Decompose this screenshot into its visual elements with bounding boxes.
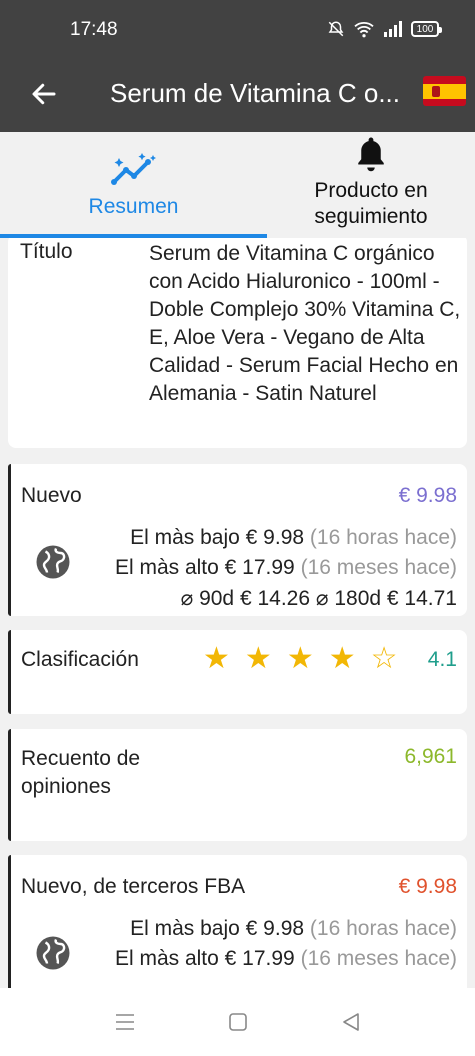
fba-lowest-row: El màs bajo € 9.98 (16 horas hace) (130, 917, 457, 940)
fba-price-card[interactable]: Nuevo, de terceros FBA € 9.98 El màs baj… (8, 855, 467, 988)
summary-content[interactable]: Título Serum de Vitamina C orgánico con … (0, 238, 475, 988)
fba-highest-row: El màs alto € 17.99 (16 meses hace) (114, 947, 457, 970)
sparkle-chart-icon (110, 153, 156, 185)
product-title-card: Título Serum de Vitamina C orgánico con … (8, 238, 467, 448)
star-filled-icon: ★ (286, 642, 314, 675)
title-label: Título (20, 240, 73, 263)
fba-price-label: Nuevo, de terceros FBA (21, 875, 246, 898)
globe-icon (36, 545, 70, 579)
menu-icon[interactable] (113, 1010, 137, 1034)
rating-label: Clasificación (21, 648, 139, 671)
status-icons: 100 (327, 20, 442, 38)
new-price-label: Nuevo (21, 484, 82, 507)
tab-bar: Resumen Producto en seguimiento (0, 132, 475, 238)
rating-stars: ★ ★ ★ ★ ☆ (203, 644, 398, 674)
signal-icon (384, 21, 402, 37)
tab-producto-label: Producto en seguimiento (314, 179, 428, 228)
tab-resumen[interactable]: Resumen (0, 132, 267, 238)
new-average-row: ⌀ 90d € 14.26 ⌀ 180d € 14.71 (180, 587, 457, 610)
wifi-icon (354, 22, 374, 38)
star-filled-icon: ★ (328, 642, 356, 675)
star-filled-icon: ★ (203, 642, 230, 675)
spain-flag-icon[interactable] (423, 76, 466, 106)
star-outline-icon: ☆ (370, 642, 398, 675)
battery-icon: 100 (411, 21, 442, 37)
fba-price-current: € 9.98 (398, 875, 457, 898)
review-count-value: 6,961 (404, 745, 457, 768)
mute-icon (328, 21, 344, 37)
globe-icon (36, 936, 70, 970)
bell-icon (358, 137, 384, 172)
status-bar: 17:48 100 (0, 0, 475, 62)
review-count-label: Recuento de opiniones (21, 747, 141, 798)
new-price-current: € 9.98 (398, 484, 457, 507)
star-filled-icon: ★ (244, 642, 272, 675)
tab-producto-en-seguimiento[interactable]: Producto en seguimiento (267, 132, 475, 238)
new-lowest-row: El màs bajo € 9.98 (16 horas hace) (130, 526, 457, 549)
new-highest-row: El màs alto € 17.99 (16 meses hace) (114, 556, 457, 579)
back-triangle-icon[interactable] (339, 1010, 363, 1034)
app-bar: Serum de Vitamina C o... (0, 62, 475, 132)
home-icon[interactable] (226, 1010, 250, 1034)
page-title: Serum de Vitamina C o... (110, 78, 400, 108)
status-time: 17:48 (70, 19, 118, 40)
new-price-card[interactable]: Nuevo € 9.98 El màs bajo € 9.98 (16 hora… (8, 464, 467, 616)
review-count-card[interactable]: Recuento de opiniones 6,961 (8, 729, 467, 841)
back-button[interactable] (24, 74, 64, 114)
arrow-left-icon (32, 83, 56, 105)
title-value: Serum de Vitamina C orgánico con Acido H… (149, 242, 461, 405)
tab-resumen-label: Resumen (88, 195, 179, 218)
rating-card[interactable]: Clasificación ★ ★ ★ ★ ☆ 4.1 (8, 630, 467, 714)
rating-value: 4.1 (427, 648, 457, 671)
system-nav-bar (0, 988, 475, 1056)
